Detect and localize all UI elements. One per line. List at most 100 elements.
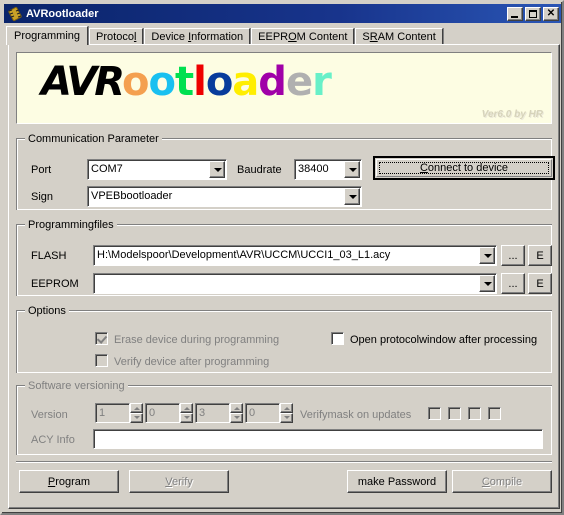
close-button[interactable]: ✕ [543, 6, 559, 21]
version-major-buttons [130, 403, 143, 423]
open-protocolwindow-checkbox[interactable] [331, 332, 344, 345]
flash-browse-label: ... [508, 249, 518, 262]
acy-info-label: ACY Info [31, 434, 75, 446]
flash-browse-button[interactable]: ... [501, 245, 525, 266]
chevron-down-icon[interactable] [344, 188, 360, 205]
open-protocolwindow-label: Open protocolwindow after processing [350, 334, 538, 346]
connect-to-device-button[interactable]: Connect to device [373, 156, 555, 180]
logo-letter-r: r [312, 59, 332, 105]
version-build-stepper: 0 [245, 403, 293, 423]
eeprom-file-combo[interactable] [93, 273, 497, 294]
version-build-value: 0 [245, 403, 280, 423]
sign-combo[interactable]: VPEBbootloader [87, 186, 362, 207]
eeprom-browse-label: ... [508, 277, 518, 290]
logo-letter-o3: o [205, 59, 234, 105]
erase-device-label: Erase device during programming [114, 334, 280, 346]
software-versioning-title: Software versioning [25, 380, 128, 392]
spinner-up-icon [230, 403, 243, 413]
logo-letter-a: a [232, 59, 259, 105]
programmingfiles-title: Programmingfiles [25, 219, 117, 231]
chip-icon [7, 6, 23, 22]
chevron-down-icon[interactable] [479, 247, 495, 264]
spinner-down-icon [130, 413, 143, 423]
tab-eeprom-content[interactable]: EEPROM Content [251, 28, 355, 45]
eeprom-label: EEPROM [31, 278, 79, 290]
chevron-down-icon[interactable] [479, 275, 495, 292]
verifymask-checkbox-3 [468, 407, 481, 420]
verify-device-checkbox [95, 354, 108, 367]
chevron-down-icon[interactable] [209, 161, 225, 178]
port-label: Port [31, 164, 52, 176]
eeprom-browse-button[interactable]: ... [501, 273, 525, 294]
version-note: Ver6.0 by HR [481, 109, 543, 120]
baudrate-label: Baudrate [237, 164, 282, 176]
tab-programming-label: Programming [14, 30, 81, 42]
window-title: AVRootloader [26, 7, 99, 20]
verifymask-checkbox-2 [448, 407, 461, 420]
verifymask-checkbox-4 [488, 407, 501, 420]
logo-letter-d: d [258, 59, 287, 105]
minimize-button[interactable] [507, 6, 523, 21]
flash-file-value: H:\Modelspoor\Development\AVR\UCCM\UCCI1… [93, 245, 497, 266]
logo-letter-e: e [285, 59, 313, 105]
compile-button: Compile [452, 470, 552, 493]
logo-avr-text: AVR [41, 59, 125, 105]
eeprom-file-value [93, 273, 497, 294]
make-password-label: make Password [357, 475, 437, 488]
version-revision-stepper: 3 [195, 403, 243, 423]
logo-letter-o1: o [122, 59, 150, 105]
communication-parameter-title: Communication Parameter [25, 133, 162, 145]
acy-info-input[interactable] [93, 429, 543, 449]
verifymask-checkbox-1 [428, 407, 441, 420]
eeprom-edit-button[interactable]: E [528, 273, 552, 294]
verify-button: Verify [129, 470, 229, 493]
spinner-up-icon [180, 403, 193, 413]
spinner-down-icon [280, 413, 293, 423]
make-password-button[interactable]: make Password [347, 470, 447, 493]
baudrate-combo[interactable]: 38400 [294, 159, 362, 180]
options-title: Options [25, 305, 69, 317]
erase-device-checkbox [95, 332, 108, 345]
version-major-value: 1 [95, 403, 130, 423]
spinner-down-icon [180, 413, 193, 423]
logo-letter-t: t [174, 59, 194, 105]
port-combo-value: COM7 [87, 159, 227, 180]
tab-programming[interactable]: Programming [6, 26, 89, 45]
verify-label: Verify [165, 475, 193, 488]
compile-label: Compile [481, 475, 523, 488]
flash-label: FLASH [31, 250, 67, 262]
tab-page-programming: AVRootloader Ver6.0 by HR Communication … [8, 44, 560, 509]
flash-edit-button[interactable]: E [528, 245, 552, 266]
spinner-up-icon [280, 403, 293, 413]
logo-letter-o2: o [148, 59, 176, 105]
tab-protocol[interactable]: Protocol [89, 28, 144, 45]
maximize-button[interactable] [525, 6, 541, 21]
eeprom-edit-label: E [536, 277, 544, 290]
logo-banner: AVRootloader Ver6.0 by HR [16, 52, 552, 124]
version-revision-buttons [230, 403, 243, 423]
verify-device-label: Verify device after programming [114, 356, 270, 368]
version-minor-value: 0 [145, 403, 180, 423]
divider [16, 461, 552, 463]
port-combo[interactable]: COM7 [87, 159, 227, 180]
window-controls: ✕ [507, 6, 559, 21]
logo-letter-l: l [193, 59, 207, 105]
connect-to-device-label: Connect to device [419, 162, 509, 174]
program-label: Program [47, 475, 91, 488]
application-window: AVRootloader ✕ Programming Protocol Devi… [0, 0, 564, 515]
version-label: Version [31, 409, 68, 421]
avrootloader-logo: AVRootloader [41, 59, 332, 105]
version-build-buttons [280, 403, 293, 423]
version-major-stepper: 1 [95, 403, 143, 423]
tab-strip: Programming Protocol Device Information … [6, 26, 560, 45]
version-minor-stepper: 0 [145, 403, 193, 423]
tab-device-information[interactable]: Device Information [144, 28, 251, 45]
verifymask-label: Verifymask on updates [300, 409, 412, 421]
tab-sram-content[interactable]: SRAM Content [355, 28, 443, 45]
flash-file-combo[interactable]: H:\Modelspoor\Development\AVR\UCCM\UCCI1… [93, 245, 497, 266]
chevron-down-icon[interactable] [344, 161, 360, 178]
spinner-down-icon [230, 413, 243, 423]
program-button[interactable]: Program [19, 470, 119, 493]
sign-combo-value: VPEBbootloader [87, 186, 362, 207]
spinner-up-icon [130, 403, 143, 413]
